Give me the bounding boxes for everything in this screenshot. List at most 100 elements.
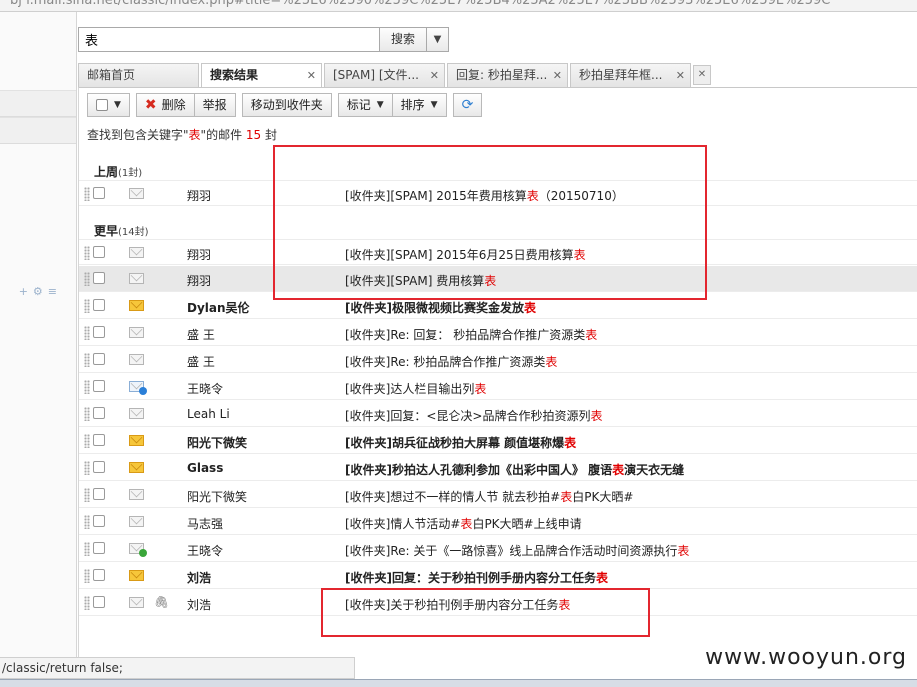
drag-handle-icon[interactable] — [84, 407, 90, 421]
refresh-icon: ⟳ — [461, 97, 474, 113]
move-to-inbox-button[interactable]: 移动到收件夹 — [241, 93, 332, 117]
email-checkbox[interactable] — [93, 380, 105, 392]
keyword-highlight: 表 — [545, 355, 558, 369]
email-sender[interactable]: 刘浩 — [187, 569, 211, 586]
email-subject[interactable]: [收件夹]回复：<昆仑决>品牌合作秒拍资源列表 — [345, 407, 603, 424]
email-checkbox[interactable] — [93, 515, 105, 527]
browser-url-bar[interactable]: bj f.mail.sina.net/classic/index.php#tit… — [0, 0, 917, 12]
close-icon[interactable]: ✕ — [307, 64, 316, 87]
search-input[interactable] — [78, 27, 379, 52]
email-subject[interactable]: [收件夹]回复：关于秒拍刊例手册内容分工任务表 — [345, 569, 608, 586]
summary-keyword: 表 — [188, 128, 201, 142]
drag-handle-icon[interactable] — [84, 326, 90, 340]
tab-label: 搜索结果 — [210, 68, 259, 82]
drag-handle-icon[interactable] — [84, 434, 90, 448]
email-sender[interactable]: 盛 王 — [187, 326, 215, 343]
drag-handle-icon[interactable] — [84, 596, 90, 610]
chevron-down-icon: ▼ — [114, 100, 121, 110]
drag-handle-icon[interactable] — [84, 353, 90, 367]
email-sender[interactable]: Dylan吴伦 — [187, 299, 250, 316]
email-sender[interactable]: 刘浩 — [187, 596, 211, 613]
tab-new-year[interactable]: 秒拍星拜年框... ✕ — [570, 63, 691, 87]
drag-handle-icon[interactable] — [84, 488, 90, 502]
delete-button[interactable]: ✖ 删除 — [135, 93, 195, 117]
email-row[interactable]: Leah Li [收件夹]回复：<昆仑决>品牌合作秒拍资源列表 — [79, 401, 917, 427]
email-subject[interactable]: [收件夹]Re: 关于《一路惊喜》线上品牌合作活动时间资源执行表 — [345, 542, 689, 559]
email-checkbox[interactable] — [93, 353, 105, 365]
email-sender[interactable]: 翔羽 — [187, 187, 211, 204]
close-icon[interactable]: ✕ — [553, 64, 562, 87]
sort-dropdown[interactable]: 排序 ▼ — [392, 93, 447, 117]
close-all-tabs-button[interactable]: ✕ — [693, 65, 711, 85]
email-row[interactable]: 盛 王 [收件夹]Re: 回复： 秒拍品牌合作推广资源类表 — [79, 320, 917, 346]
email-row[interactable]: 刘浩 [收件夹]回复：关于秒拍刊例手册内容分工任务表 — [79, 563, 917, 589]
group-count: (14封) — [118, 227, 149, 238]
drag-handle-icon[interactable] — [84, 380, 90, 394]
tab-inbox-home[interactable]: 邮箱首页 — [78, 63, 199, 87]
email-row[interactable]: 阳光下微笑 [收件夹]想过不一样的情人节 就去秒拍#表白PK大晒# — [79, 482, 917, 508]
email-checkbox[interactable] — [93, 299, 105, 311]
tab-reply[interactable]: 回复: 秒拍星拜... ✕ — [447, 63, 568, 87]
email-checkbox[interactable] — [93, 569, 105, 581]
drag-handle-icon[interactable] — [84, 542, 90, 556]
email-checkbox[interactable] — [93, 326, 105, 338]
sidebar-folder-tools[interactable]: +⚙≡ — [19, 285, 62, 298]
search-bar: 搜索 ▼ — [78, 27, 449, 52]
email-subject[interactable]: [收件夹]达人栏目输出列表 — [345, 380, 486, 397]
search-summary: 查找到包含关键字"表"的邮件 15 封 — [87, 126, 277, 143]
list-icon[interactable]: ≡ — [48, 285, 62, 298]
email-subject[interactable]: [收件夹]胡兵征战秒拍大屏幕 颜值堪称爆表 — [345, 434, 576, 451]
email-row[interactable]: Glass [收件夹]秒拍达人孔德利参加《出彩中国人》 腹语表演天衣无缝 — [79, 455, 917, 481]
tab-label: 邮箱首页 — [87, 68, 136, 82]
email-subject[interactable]: [收件夹]Re: 秒拍品牌合作推广资源类表 — [345, 353, 557, 370]
tab-spam-file[interactable]: [SPAM] [文件... ✕ — [324, 63, 445, 87]
select-all-dropdown[interactable]: ▼ — [87, 93, 130, 117]
settings-icon[interactable]: ⚙ — [33, 285, 48, 298]
email-checkbox[interactable] — [93, 187, 105, 199]
email-checkbox[interactable] — [93, 246, 105, 258]
email-row[interactable]: 王晓令 [收件夹]Re: 关于《一路惊喜》线上品牌合作活动时间资源执行表 — [79, 536, 917, 562]
email-checkbox[interactable] — [93, 596, 105, 608]
email-sender[interactable]: 王晓令 — [187, 380, 223, 397]
email-subject[interactable]: [收件夹]Re: 回复： 秒拍品牌合作推广资源类表 — [345, 326, 597, 343]
email-sender[interactable]: 翔羽 — [187, 272, 211, 289]
refresh-button[interactable]: ⟳ — [452, 93, 483, 117]
email-subject[interactable]: [收件夹]极限微视频比赛奖金发放表 — [345, 299, 536, 316]
email-row[interactable]: 盛 王 [收件夹]Re: 秒拍品牌合作推广资源类表 — [79, 347, 917, 373]
add-icon[interactable]: + — [19, 285, 33, 298]
mark-dropdown[interactable]: 标记 ▼ — [337, 93, 393, 117]
drag-handle-icon[interactable] — [84, 515, 90, 529]
email-sender[interactable]: 马志强 — [187, 515, 223, 532]
email-sender[interactable]: Glass — [187, 461, 223, 475]
close-icon[interactable]: ✕ — [676, 64, 685, 87]
email-sender[interactable]: 王晓令 — [187, 542, 223, 559]
email-subject[interactable]: [收件夹]想过不一样的情人节 就去秒拍#表白PK大晒# — [345, 488, 633, 505]
email-sender[interactable]: 盛 王 — [187, 353, 215, 370]
drag-handle-icon[interactable] — [84, 187, 90, 201]
email-row[interactable]: 马志强 [收件夹]情人节活动#表白PK大晒#上线申请 — [79, 509, 917, 535]
drag-handle-icon[interactable] — [84, 246, 90, 260]
email-checkbox[interactable] — [93, 488, 105, 500]
email-sender[interactable]: 阳光下微笑 — [187, 434, 247, 451]
search-options-dropdown[interactable]: ▼ — [427, 27, 449, 52]
email-subject[interactable]: [收件夹]秒拍达人孔德利参加《出彩中国人》 腹语表演天衣无缝 — [345, 461, 684, 478]
email-checkbox[interactable] — [93, 272, 105, 284]
email-sender[interactable]: 阳光下微笑 — [187, 488, 247, 505]
report-button[interactable]: 举报 — [194, 93, 236, 117]
drag-handle-icon[interactable] — [84, 569, 90, 583]
email-row[interactable]: 王晓令 [收件夹]达人栏目输出列表 — [79, 374, 917, 400]
email-subject[interactable]: [收件夹]情人节活动#表白PK大晒#上线申请 — [345, 515, 582, 532]
close-icon[interactable]: ✕ — [430, 64, 439, 87]
drag-handle-icon[interactable] — [84, 461, 90, 475]
drag-handle-icon[interactable] — [84, 272, 90, 286]
search-button[interactable]: 搜索 — [379, 27, 427, 52]
tab-search-results[interactable]: 搜索结果 ✕ — [201, 63, 322, 87]
email-row[interactable]: 阳光下微笑 [收件夹]胡兵征战秒拍大屏幕 颜值堪称爆表 — [79, 428, 917, 454]
email-checkbox[interactable] — [93, 461, 105, 473]
drag-handle-icon[interactable] — [84, 299, 90, 313]
email-checkbox[interactable] — [93, 542, 105, 554]
email-sender[interactable]: Leah Li — [187, 407, 230, 421]
email-checkbox[interactable] — [93, 407, 105, 419]
email-sender[interactable]: 翔羽 — [187, 246, 211, 263]
email-checkbox[interactable] — [93, 434, 105, 446]
